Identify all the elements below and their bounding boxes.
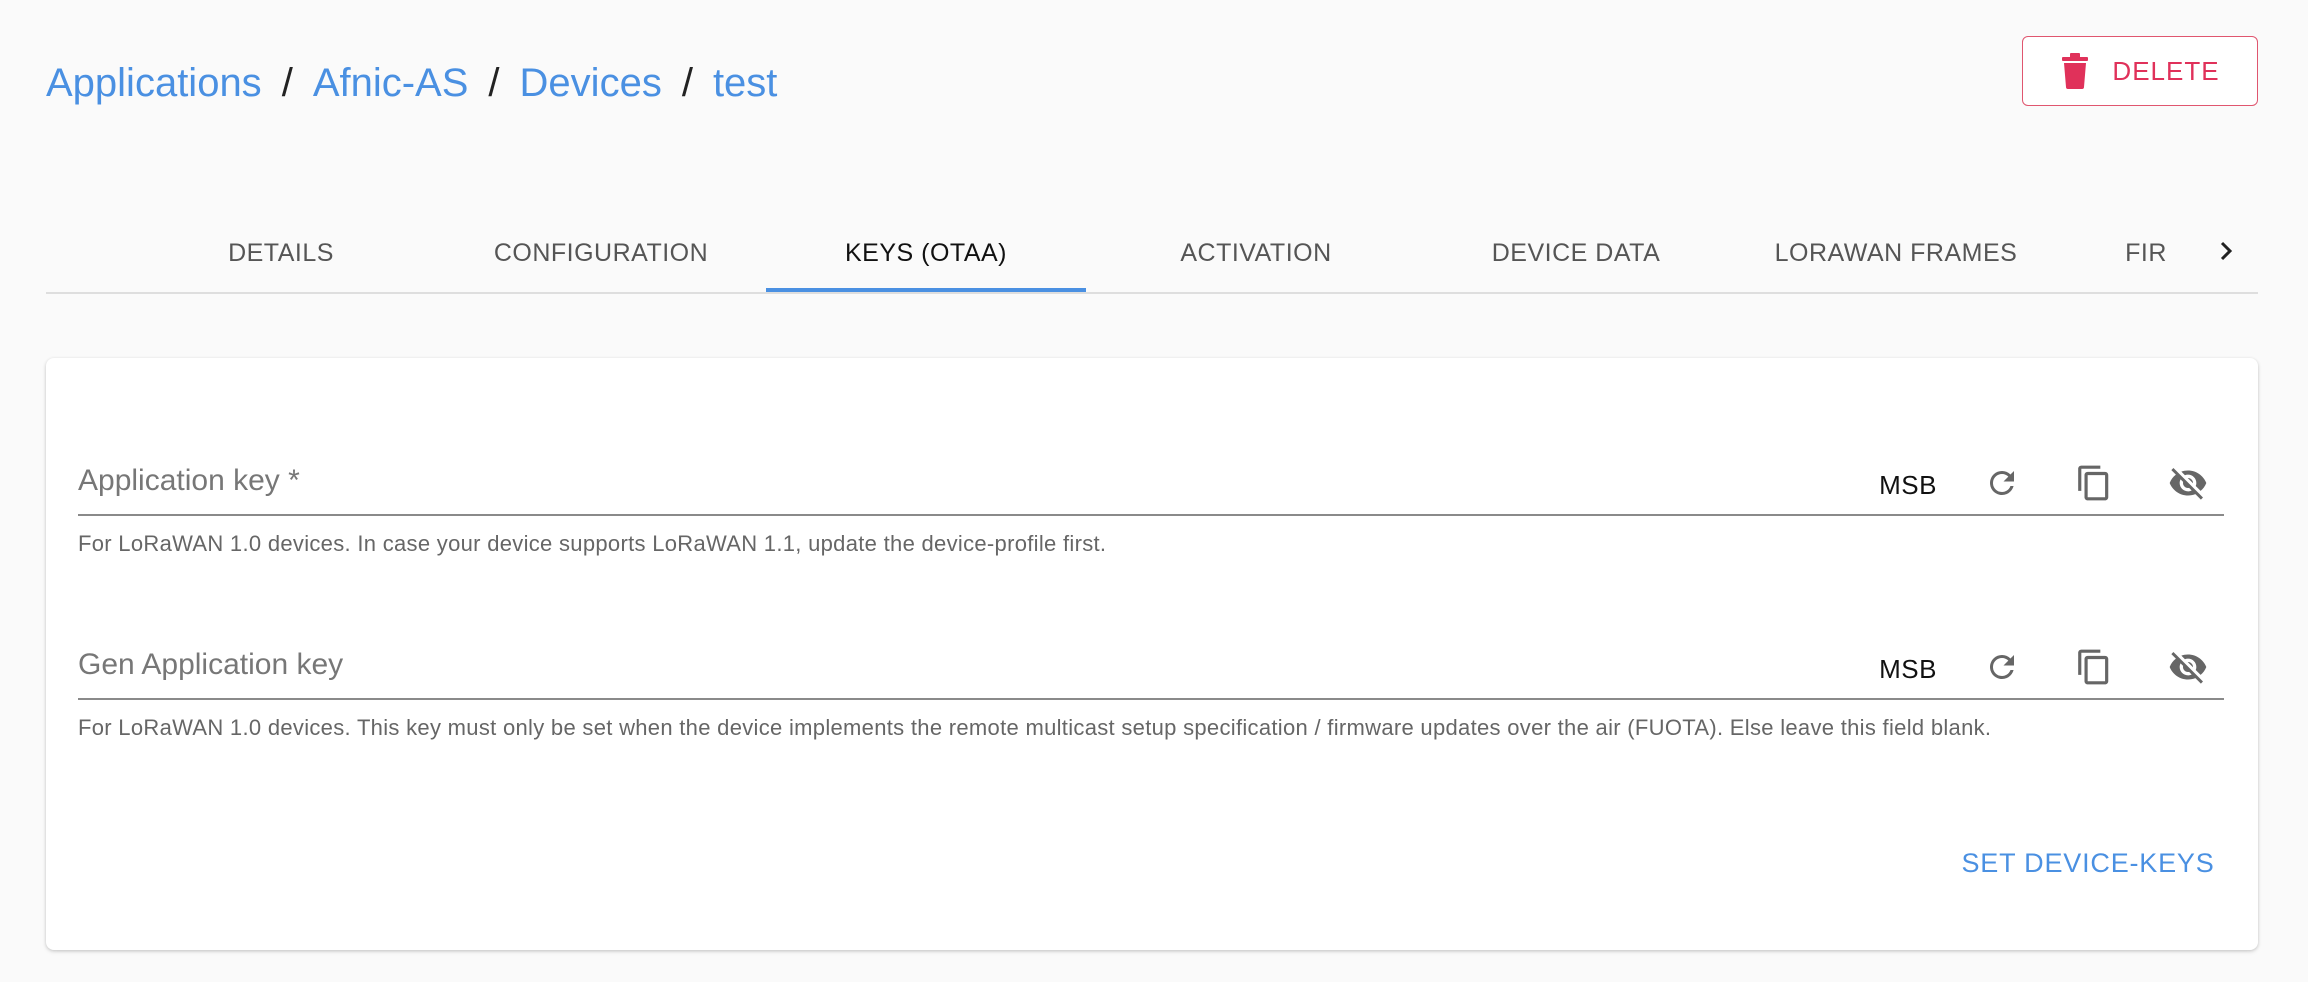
tabs-scroll-right-button[interactable] xyxy=(2196,214,2256,292)
delete-button[interactable]: DELETE xyxy=(2022,36,2258,106)
breadcrumb-devices-link[interactable]: Devices xyxy=(520,58,662,108)
copy-key-button[interactable] xyxy=(2064,642,2124,696)
application-key-row: Application key * MSB xyxy=(78,458,2224,516)
gen-application-key-field: Gen Application key MSB For LoRaWAN 1.0 … xyxy=(78,642,2224,740)
device-keys-card: Application key * MSB For LoRaWAN 1.0 de… xyxy=(46,358,2258,950)
application-key-helper: For LoRaWAN 1.0 devices. In case your de… xyxy=(78,531,1107,556)
copy-icon xyxy=(2075,645,2113,694)
copy-key-button[interactable] xyxy=(2064,458,2124,512)
tab-bar: DETAILS CONFIGURATION KEYS (OTAA) ACTIVA… xyxy=(46,214,2258,294)
eye-off-icon xyxy=(2166,647,2210,692)
set-device-keys-button[interactable]: SET DEVICE-KEYS xyxy=(1948,836,2228,890)
copy-icon xyxy=(2075,461,2113,510)
application-key-input[interactable] xyxy=(78,458,1842,512)
toggle-visibility-button[interactable] xyxy=(2158,458,2218,512)
application-key-field: Application key * MSB For LoRaWAN 1.0 de… xyxy=(78,458,2224,556)
eye-off-icon xyxy=(2166,463,2210,508)
tab-device-data[interactable]: DEVICE DATA xyxy=(1426,214,1726,292)
generate-key-button[interactable] xyxy=(1972,458,2032,512)
breadcrumb-device-link[interactable]: test xyxy=(713,58,777,108)
breadcrumb-separator: / xyxy=(281,61,293,105)
breadcrumb-separator: / xyxy=(488,61,500,105)
gen-application-key-input[interactable] xyxy=(78,642,1842,696)
gen-application-key-row: Gen Application key MSB xyxy=(78,642,2224,700)
refresh-icon xyxy=(1984,465,2020,506)
chevron-right-icon xyxy=(2217,239,2235,268)
active-tab-indicator xyxy=(766,288,1086,292)
toggle-visibility-button[interactable] xyxy=(2158,642,2218,696)
gen-application-key-helper: For LoRaWAN 1.0 devices. This key must o… xyxy=(78,715,1992,740)
breadcrumb-application-link[interactable]: Afnic-AS xyxy=(313,58,469,108)
breadcrumb-separator: / xyxy=(681,61,693,105)
tab-keys-otaa[interactable]: KEYS (OTAA) xyxy=(766,214,1086,292)
generate-key-button[interactable] xyxy=(1972,642,2032,696)
tab-lorawan-frames[interactable]: LORAWAN FRAMES xyxy=(1746,214,2046,292)
trash-icon xyxy=(2060,53,2090,89)
breadcrumb: Applications / Afnic-AS / Devices / test xyxy=(46,58,777,108)
delete-label: DELETE xyxy=(2112,55,2220,86)
tab-details[interactable]: DETAILS xyxy=(146,214,416,292)
tab-firmware[interactable]: FIR xyxy=(2106,214,2186,292)
tab-activation[interactable]: ACTIVATION xyxy=(1106,214,1406,292)
tab-configuration[interactable]: CONFIGURATION xyxy=(466,214,736,292)
byte-order-toggle[interactable]: MSB xyxy=(1868,458,1948,512)
refresh-icon xyxy=(1984,649,2020,690)
byte-order-toggle[interactable]: MSB xyxy=(1868,642,1948,696)
breadcrumb-applications-link[interactable]: Applications xyxy=(46,58,262,108)
